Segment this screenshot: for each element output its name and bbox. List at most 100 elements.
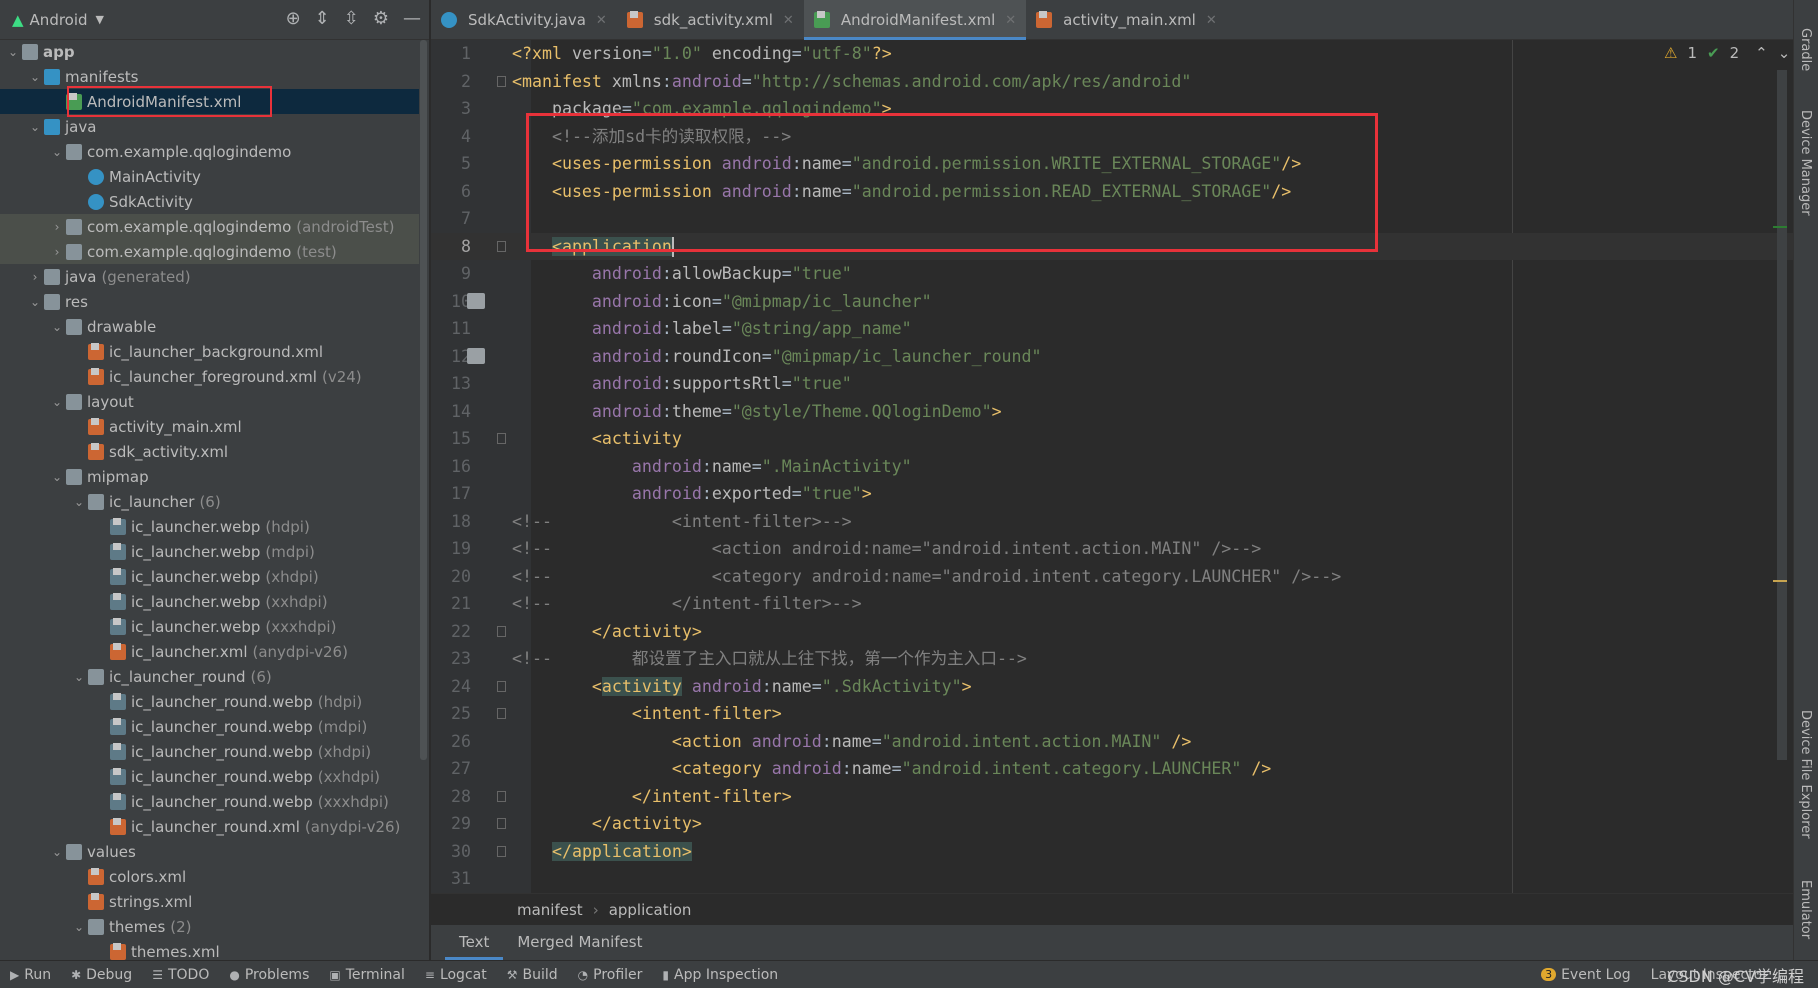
device-manager-tool-button[interactable]: Device Manager	[1798, 110, 1813, 216]
tool-window-debug[interactable]: ✱ Debug	[61, 967, 142, 983]
gradle-tool-button[interactable]: Gradle	[1798, 28, 1813, 71]
close-icon[interactable]: ✕	[783, 13, 794, 28]
editor-tab[interactable]: SdkActivity.java ✕	[431, 0, 617, 40]
chevron-right-icon[interactable]: ›	[48, 220, 66, 234]
tree-item[interactable]: MainActivity	[0, 164, 419, 189]
tree-item[interactable]: ⌄ app	[0, 39, 419, 64]
breadcrumb-item-application[interactable]: application	[609, 901, 692, 919]
tool-window-profiler[interactable]: ◔ Profiler	[568, 967, 653, 983]
fold-marker-icon[interactable]	[497, 790, 506, 802]
tree-item[interactable]: ⌄ mipmap	[0, 464, 419, 489]
editor-tab[interactable]: activity_main.xml ✕	[1026, 0, 1227, 40]
chevron-down-icon[interactable]: ⌄	[70, 670, 88, 684]
project-tree-scrollbar[interactable]	[420, 40, 427, 760]
event-log-button[interactable]: 3 Event Log	[1531, 967, 1641, 983]
tree-item[interactable]: ⌄ themes (2)	[0, 914, 419, 939]
code-line: 30 </application>	[431, 838, 1793, 866]
emulator-tool-button[interactable]: Emulator	[1798, 880, 1813, 939]
chevron-down-icon[interactable]: ⌄	[26, 120, 44, 134]
chevron-down-icon[interactable]: ⌄	[48, 470, 66, 484]
chevron-down-icon[interactable]: ⌄	[70, 920, 88, 934]
fold-marker-icon[interactable]	[497, 625, 506, 637]
tree-item[interactable]: ic_launcher.webp (hdpi)	[0, 514, 419, 539]
tool-window-app-inspection[interactable]: ▮ App Inspection	[652, 967, 788, 983]
breadcrumb-item-manifest[interactable]: manifest	[517, 901, 583, 919]
chevron-down-icon[interactable]: ▼	[96, 13, 104, 26]
previous-highlight-icon[interactable]: ⌃	[1755, 44, 1768, 62]
tree-item[interactable]: ic_launcher.xml (anydpi-v26)	[0, 639, 419, 664]
tree-item-label: com.example.qqlogindemo	[87, 242, 292, 261]
inspection-widget[interactable]: ⚠ 1 ✔ 2 ⌃ ⌄	[1664, 44, 1790, 62]
tree-item[interactable]: › java (generated)	[0, 264, 419, 289]
fold-marker-icon[interactable]	[497, 75, 506, 87]
tree-item[interactable]: ic_launcher.webp (xhdpi)	[0, 564, 419, 589]
tool-window-build[interactable]: ⚒ Build	[497, 967, 568, 983]
fold-marker-icon[interactable]	[497, 240, 506, 252]
tree-item[interactable]: ⌄ ic_launcher (6)	[0, 489, 419, 514]
chevron-down-icon[interactable]: ⌄	[26, 70, 44, 84]
tree-item[interactable]: sdk_activity.xml	[0, 439, 419, 464]
tree-item[interactable]: ic_launcher.webp (xxxhdpi)	[0, 614, 419, 639]
chevron-down-icon[interactable]: ⌄	[48, 320, 66, 334]
tree-item[interactable]: ic_launcher_round.xml (anydpi-v26)	[0, 814, 419, 839]
tab-text[interactable]: Text	[445, 925, 504, 960]
tree-item[interactable]: ⌄ java	[0, 114, 419, 139]
tool-window-logcat[interactable]: ≡ Logcat	[415, 967, 497, 983]
tree-item[interactable]: colors.xml	[0, 864, 419, 889]
tree-item[interactable]: ic_launcher_round.webp (hdpi)	[0, 689, 419, 714]
tree-item[interactable]: ic_launcher_round.webp (xhdpi)	[0, 739, 419, 764]
close-icon[interactable]: ✕	[596, 13, 607, 28]
tree-item[interactable]: ic_launcher_background.xml	[0, 339, 419, 364]
tool-window-problems[interactable]: ● Problems	[219, 967, 319, 983]
project-view-selector[interactable]: Android	[30, 11, 88, 29]
tab-merged-manifest[interactable]: Merged Manifest	[503, 925, 656, 960]
expand-all-icon[interactable]: ⇕	[315, 8, 330, 29]
chevron-right-icon[interactable]: ›	[26, 270, 44, 284]
chevron-right-icon[interactable]: ›	[48, 245, 66, 259]
tree-item[interactable]: ⌄ ic_launcher_round (6)	[0, 664, 419, 689]
fold-marker-icon[interactable]	[497, 818, 506, 829]
tree-item[interactable]: activity_main.xml	[0, 414, 419, 439]
tree-item[interactable]: SdkActivity	[0, 189, 419, 214]
editor-tab[interactable]: AndroidManifest.xml ✕	[803, 0, 1027, 40]
tree-item[interactable]: ⌄ res	[0, 289, 419, 314]
chevron-down-icon[interactable]: ⌄	[4, 45, 22, 59]
chevron-down-icon[interactable]: ⌄	[48, 395, 66, 409]
tree-item[interactable]: ⌄ layout	[0, 389, 419, 414]
close-icon[interactable]: ✕	[1005, 13, 1016, 28]
xml-file-icon	[1036, 11, 1053, 28]
editor-scrollbar[interactable]	[1777, 70, 1787, 760]
minimize-icon[interactable]: —	[403, 8, 421, 29]
tree-item[interactable]: › com.example.qqlogindemo (androidTest)	[0, 214, 419, 239]
chevron-down-icon[interactable]: ⌄	[70, 495, 88, 509]
tree-item[interactable]: ⌄ com.example.qqlogindemo	[0, 139, 419, 164]
fold-marker-icon[interactable]	[497, 845, 506, 857]
tree-item[interactable]: ic_launcher.webp (mdpi)	[0, 539, 419, 564]
locate-icon[interactable]: ⊕	[286, 8, 301, 29]
tree-item[interactable]: ⌄ values	[0, 839, 419, 864]
next-highlight-icon[interactable]: ⌄	[1778, 44, 1791, 62]
tree-item[interactable]: ic_launcher_round.webp (xxhdpi)	[0, 764, 419, 789]
device-file-explorer-tool-button[interactable]: Device File Explorer	[1798, 710, 1813, 839]
chevron-down-icon[interactable]: ⌄	[48, 845, 66, 859]
tree-item[interactable]: strings.xml	[0, 889, 419, 914]
gear-icon[interactable]: ⚙	[373, 8, 389, 29]
collapse-all-icon[interactable]: ⇳	[344, 8, 359, 29]
chevron-down-icon[interactable]: ⌄	[26, 295, 44, 309]
tree-item[interactable]: ic_launcher.webp (xxhdpi)	[0, 589, 419, 614]
tree-item[interactable]: ic_launcher_round.webp (mdpi)	[0, 714, 419, 739]
fold-marker-icon[interactable]	[497, 433, 506, 444]
tool-window-run[interactable]: ▶ Run	[0, 967, 61, 983]
fold-marker-icon[interactable]	[497, 708, 506, 719]
editor-tab[interactable]: sdk_activity.xml ✕	[617, 0, 804, 40]
tree-item[interactable]: ⌄ drawable	[0, 314, 419, 339]
tree-item[interactable]: ic_launcher_round.webp (xxxhdpi)	[0, 789, 419, 814]
tree-item[interactable]: ic_launcher_foreground.xml (v24)	[0, 364, 419, 389]
tree-item-suffix: (generated)	[101, 267, 191, 286]
chevron-down-icon[interactable]: ⌄	[48, 145, 66, 159]
tree-item[interactable]: › com.example.qqlogindemo (test)	[0, 239, 419, 264]
fold-marker-icon[interactable]	[497, 680, 506, 692]
tool-window-todo[interactable]: ☰ TODO	[142, 967, 219, 983]
close-icon[interactable]: ✕	[1206, 13, 1217, 28]
tool-window-terminal[interactable]: ▣ Terminal	[319, 967, 415, 983]
